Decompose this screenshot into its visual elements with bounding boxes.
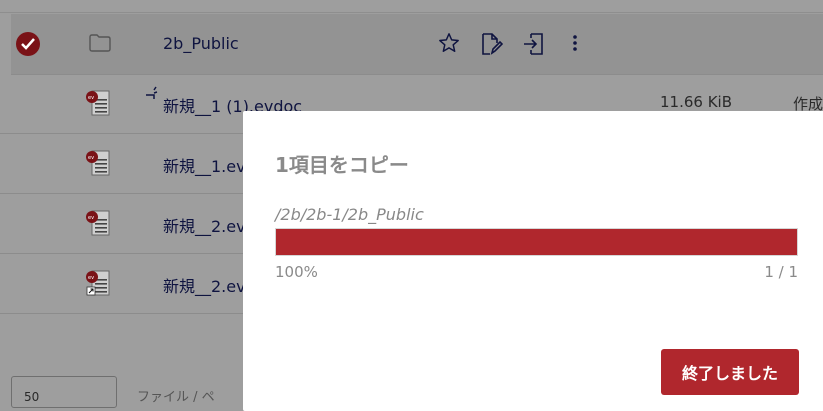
file-size: 11.66 KiB [660, 93, 733, 111]
evdoc-file-icon: ev [86, 269, 112, 301]
evdoc-file-icon: ev [86, 149, 112, 181]
file-name-link[interactable]: 新規__2.ev [163, 273, 246, 297]
svg-text:ev: ev [88, 95, 94, 101]
star-icon[interactable] [438, 32, 460, 54]
svg-text:ev: ev [88, 215, 94, 221]
progress-bar [275, 228, 798, 256]
rename-icon[interactable] [479, 32, 503, 56]
file-name-link[interactable]: 2b_Public [163, 34, 239, 53]
finish-button[interactable]: 終了しました [661, 349, 799, 395]
evdoc-file-icon: ev [86, 89, 112, 121]
loading-cursor-icon [146, 86, 158, 99]
progress-fill [276, 229, 797, 255]
per-page-label: ファイル / ペ [137, 390, 215, 405]
copy-path: /2b/2b-1/2b_Public [275, 205, 424, 224]
per-page-select[interactable]: 50 [11, 376, 117, 408]
dialog-title: 1項目をコピー [275, 153, 409, 177]
per-page-value: 50 [24, 390, 40, 404]
list-top-divider [0, 12, 823, 13]
file-name-link[interactable]: 新規__2.ev [163, 213, 246, 237]
svg-text:ev: ev [88, 275, 94, 281]
progress-percent: 100% [275, 263, 318, 281]
evdoc-file-icon: ev [86, 209, 112, 241]
progress-count: 1 / 1 [764, 263, 798, 281]
check-circle-icon[interactable] [16, 32, 40, 56]
more-vertical-icon[interactable] [572, 32, 578, 54]
folder-icon [89, 34, 111, 52]
move-icon[interactable] [522, 32, 546, 56]
table-row[interactable]: 2b_Public [11, 14, 823, 75]
copy-progress-dialog: 1項目をコピー /2b/2b-1/2b_Public 100% 1 / 1 終了… [243, 111, 823, 411]
svg-text:ev: ev [88, 155, 94, 161]
file-name-link[interactable]: 新規__1.ev [163, 153, 246, 177]
